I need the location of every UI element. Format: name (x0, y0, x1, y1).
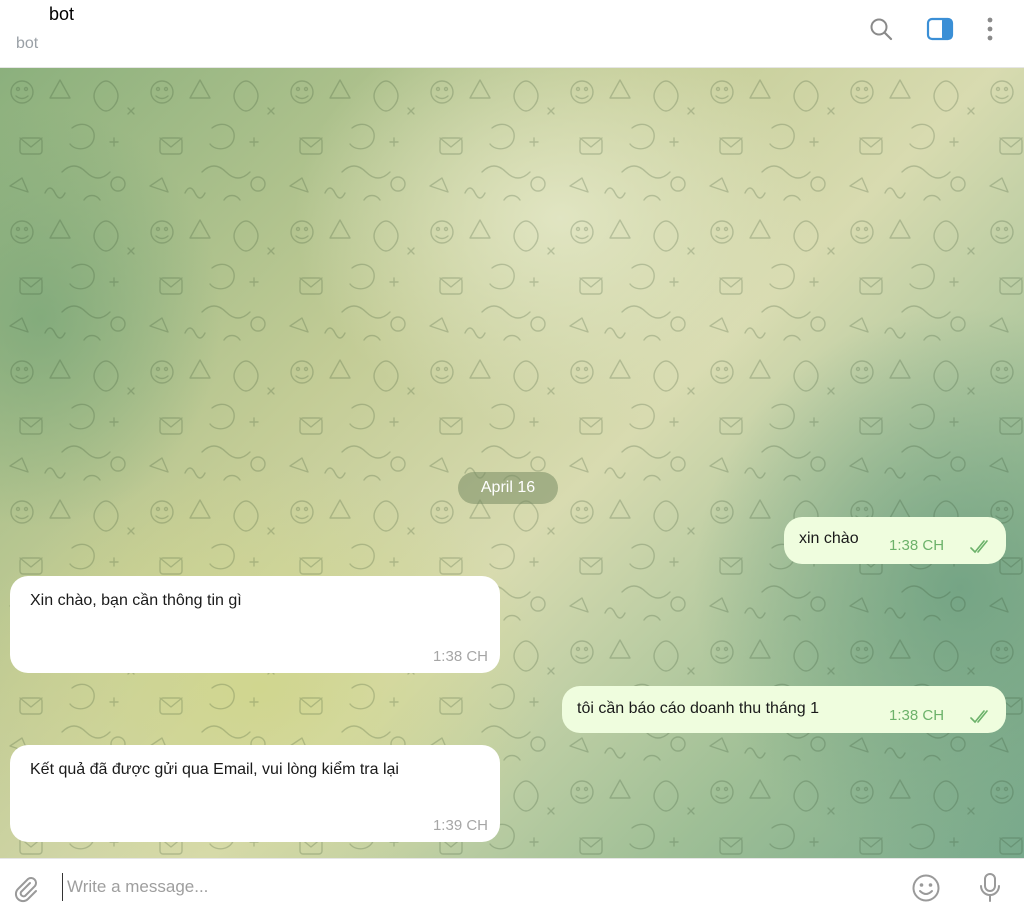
paperclip-icon[interactable] (10, 873, 42, 905)
microphone-icon[interactable] (974, 871, 1006, 905)
message-incoming[interactable]: Xin chào, bạn cần thông tin gì 1:38 CH (10, 576, 500, 673)
background-doodle-pattern (0, 68, 1024, 858)
sidebar-toggle-icon[interactable] (925, 14, 955, 44)
date-separator: April 16 (458, 472, 558, 504)
more-vertical-icon[interactable] (975, 14, 1005, 44)
chat-title[interactable]: bot (49, 4, 74, 25)
message-composer (0, 858, 1024, 913)
read-check-icon (970, 540, 988, 554)
message-outgoing[interactable]: xin chào 1:38 CH (784, 517, 1006, 564)
message-text: Kết quả đã được gửi qua Email, vui lòng … (30, 761, 399, 778)
emoji-icon[interactable] (910, 872, 942, 904)
chat-subtitle: bot (16, 35, 39, 52)
message-input[interactable] (62, 873, 882, 901)
message-text: xin chào (799, 530, 859, 547)
message-time: 1:38 CH (889, 537, 945, 554)
message-incoming[interactable]: Kết quả đã được gửi qua Email, vui lòng … (10, 745, 500, 842)
read-check-icon (970, 710, 988, 724)
message-time: 1:39 CH (432, 817, 488, 834)
chat-message-area[interactable]: April 16 xin chào 1:38 CH Xin chào, bạn … (0, 68, 1024, 858)
message-time: 1:38 CH (889, 707, 945, 724)
search-icon[interactable] (866, 14, 896, 44)
message-time: 1:38 CH (432, 648, 488, 665)
message-text: Xin chào, bạn cần thông tin gì (30, 592, 242, 609)
message-outgoing[interactable]: tôi cần báo cáo doanh thu tháng 1 1:38 C… (562, 686, 1006, 733)
message-text: tôi cần báo cáo doanh thu tháng 1 (577, 700, 819, 717)
chat-header: bot bot (0, 0, 1024, 68)
